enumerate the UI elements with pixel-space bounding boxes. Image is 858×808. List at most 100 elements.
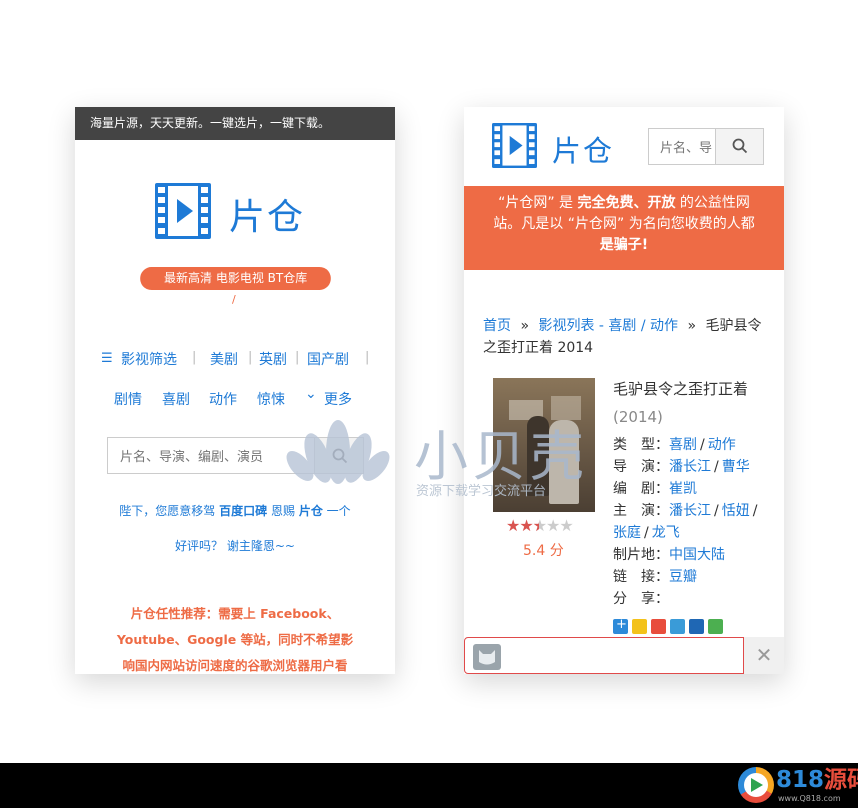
brand-url: www.Q818.com — [778, 794, 841, 803]
info-key: 主 演： — [613, 503, 669, 519]
info-value-link[interactable]: 喜剧 — [669, 437, 697, 453]
banner-text: 站。凡是以 “片仓网” 为名向您收费的人都 — [493, 216, 755, 232]
free-site-banner: “片仓网” 是 完全免费、开放 的公益性网 站。凡是以 “片仓网” 为名向您收费… — [464, 186, 784, 270]
nav-item-action[interactable]: 动作 — [209, 389, 237, 409]
breadcrumb-home[interactable]: 首页 — [483, 318, 511, 334]
avatar — [473, 644, 501, 670]
banner-highlight: 完全免费、开放 — [577, 195, 676, 211]
info-value-link[interactable]: 张庭 — [613, 525, 641, 541]
notice-line: 响国内网站访问速度的谷歌浏览器用户看 — [122, 658, 348, 673]
movie-info-row: 分 享： — [613, 588, 760, 610]
notice-line: 片仓任性推荐：需要上 Facebook、 — [130, 606, 340, 621]
nav-item-filter[interactable]: 影视筛选 — [121, 349, 177, 369]
site-logo[interactable]: 片仓 — [492, 122, 622, 170]
nav-item-us-drama[interactable]: 美剧 — [210, 349, 238, 369]
info-separator: / — [752, 503, 758, 519]
weibo-icon[interactable] — [651, 619, 666, 634]
list-icon: ☰ — [101, 351, 113, 366]
plus-share-icon[interactable]: + — [613, 617, 628, 634]
movie-info-row: 张庭 / 龙飞 — [613, 522, 760, 544]
search-box — [648, 128, 764, 165]
nav-item-thriller[interactable]: 惊悚 — [257, 389, 285, 409]
search-input[interactable] — [658, 138, 720, 158]
banner-warning: 是骗子! — [599, 237, 649, 253]
info-value-link[interactable]: 曹华 — [722, 459, 750, 475]
breadcrumb-current-cont: 之歪打正着 2014 — [483, 340, 594, 356]
notice-line: Youtube、Google 等站，同时不希望影 — [116, 632, 354, 647]
movie-info-row: 编 剧：崔凯 — [613, 478, 760, 500]
tagline-badge: 最新高清 电影电视 BT仓库 — [137, 267, 334, 290]
footer-bar: 818源码 www.Q818.com — [0, 763, 858, 808]
info-key: 类 型： — [613, 437, 669, 453]
info-value-link[interactable]: 豆瓣 — [669, 569, 697, 585]
brand-logo-inner — [744, 773, 768, 797]
film-logo-icon — [155, 183, 211, 239]
right-phone-screen: 片仓 “片仓网” 是 完全免费、开放 的公益性网 站。凡是以 “片仓网” 为名向… — [464, 107, 784, 674]
breadcrumb-separator: » — [687, 318, 697, 334]
info-value-link[interactable]: 崔凯 — [669, 481, 697, 497]
info-value-link[interactable]: 潘长江 — [669, 503, 711, 519]
info-key: 编 剧： — [613, 481, 669, 497]
nav-row-primary: ☰ 影视筛选 | 美剧 | 英剧 | 国产剧 | — [101, 349, 381, 371]
movie-title: 毛驴县令之歪打正着 — [613, 380, 749, 398]
info-key: 制片地： — [613, 547, 669, 563]
nav-item-comedy[interactable]: 喜剧 — [162, 389, 190, 409]
star-full-icon: ★ — [506, 516, 520, 535]
wechat-icon[interactable] — [708, 619, 723, 634]
baidu-koubei-link[interactable]: 百度口碑 — [219, 504, 267, 518]
qzone-icon[interactable] — [632, 619, 647, 634]
nav-divider: | — [365, 350, 370, 365]
browser-recommend-notice: 片仓任性推荐：需要上 Facebook、 Youtube、Google 等站，同… — [75, 601, 395, 674]
info-key: 导 演： — [613, 459, 669, 475]
play-icon — [751, 778, 763, 792]
info-value-link[interactable]: 龙飞 — [652, 525, 680, 541]
tagline-mark: / — [232, 293, 236, 306]
movie-info-row: 链 接：豆瓣 — [613, 566, 760, 588]
info-value-link[interactable]: 潘长江 — [669, 459, 711, 475]
renren-icon[interactable] — [689, 619, 704, 634]
rating-stars: ★★★★★★ — [506, 516, 574, 535]
nav-item-cn-drama[interactable]: 国产剧 — [307, 349, 349, 369]
top-notice-bar: 海量片源，天天更新。一键选片，一键下载。 — [75, 107, 395, 140]
close-button[interactable]: ✕ — [744, 637, 784, 674]
shell-logo-icon — [286, 420, 390, 484]
breadcrumb-current: 毛驴县令 — [705, 318, 762, 334]
nav-divider: | — [248, 350, 253, 365]
nav-divider: | — [295, 350, 300, 365]
banner-text: 的公益性网 — [675, 195, 750, 211]
site-logo[interactable]: 片仓 — [155, 180, 315, 240]
breadcrumb: 首页 » 影视列表 - 喜剧 / 动作 » 毛驴县令 之歪打正着 2014 — [483, 315, 773, 359]
info-separator: / — [644, 525, 649, 541]
nav-item-uk-drama[interactable]: 英剧 — [259, 349, 287, 369]
logo-text: 片仓 — [229, 197, 306, 238]
movie-info-list: 类 型：喜剧 / 动作导 演：潘长江 / 曹华编 剧：崔凯主 演：潘长江 / 恬妞 / 张庭 / 龙… — [613, 434, 760, 610]
brand-name: 818源码 — [776, 766, 858, 794]
movie-info-row: 制片地：中国大陆 — [613, 544, 760, 566]
tencent-weibo-icon[interactable] — [670, 619, 685, 634]
search-button[interactable] — [715, 129, 763, 164]
logo-text: 片仓 — [552, 134, 615, 168]
bottom-prompt-bar[interactable] — [464, 637, 744, 674]
movie-year: (2014) — [613, 408, 663, 426]
breadcrumb-list[interactable]: 影视列表 - 喜剧 / 动作 — [538, 318, 678, 334]
close-icon: ✕ — [755, 643, 773, 667]
nav-item-drama[interactable]: 剧情 — [114, 389, 142, 409]
info-value-link[interactable]: 恬妞 — [722, 503, 750, 519]
star-empty-icon: ★ — [559, 516, 573, 535]
star-half-icon: ★★ — [532, 516, 547, 535]
info-value-link[interactable]: 动作 — [708, 437, 736, 453]
nav-divider: | — [192, 350, 197, 365]
watermark-subtitle: 资源下载学习交流平台 — [416, 484, 547, 499]
search-icon — [732, 138, 748, 154]
banner-text: “片仓网” 是 — [498, 195, 578, 211]
info-separator: / — [700, 437, 705, 453]
info-key: 分 享： — [613, 591, 669, 607]
left-phone-screen: 海量片源，天天更新。一键选片，一键下载。 片仓 最新高清 电影电视 BT仓库 /… — [75, 107, 395, 674]
brand-text: 源码 — [824, 767, 858, 793]
cat-avatar-icon — [479, 650, 495, 665]
star-empty-icon: ★ — [546, 516, 560, 535]
brand-logo-icon — [738, 767, 774, 803]
info-value-link[interactable]: 中国大陆 — [669, 547, 725, 563]
breadcrumb-separator: » — [520, 318, 530, 334]
share-icon-row: + — [613, 616, 727, 634]
